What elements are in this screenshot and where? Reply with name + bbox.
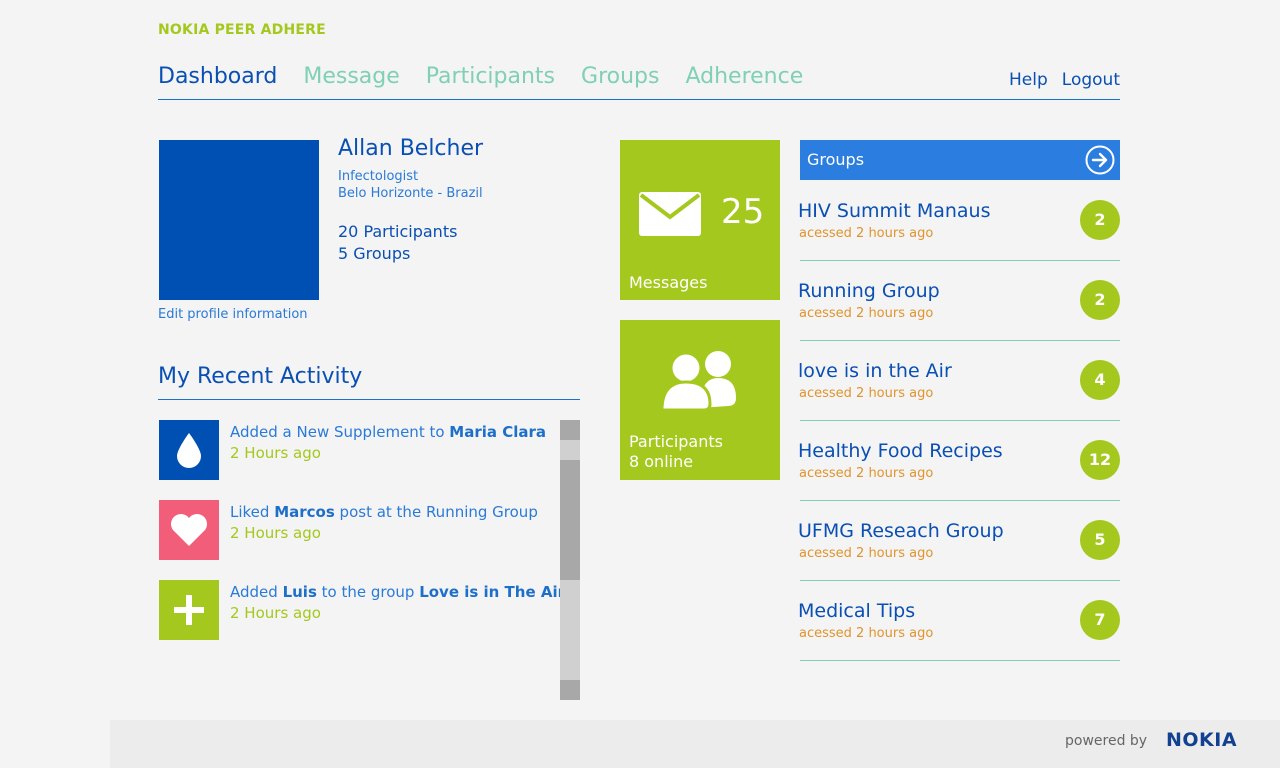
activity-item[interactable]: Added Luis to the group Love is in The A…	[159, 580, 565, 640]
activity-scrollbar[interactable]	[560, 420, 580, 700]
activity-person-link[interactable]: Marcos	[274, 503, 335, 521]
nav-message[interactable]: Message	[303, 64, 399, 89]
group-count-badge: 2	[1080, 280, 1120, 320]
profile-participants-count: 20 Participants	[338, 222, 458, 241]
group-last-accessed: acessed 2 hours ago	[799, 306, 934, 321]
activity-time: 2 Hours ago	[230, 444, 321, 462]
group-last-accessed: acessed 2 hours ago	[799, 386, 934, 401]
participants-online-count: 8 online	[629, 452, 694, 471]
logout-link[interactable]: Logout	[1062, 70, 1120, 90]
people-icon	[660, 351, 736, 412]
group-count-badge: 2	[1080, 200, 1120, 240]
app-title: NOKIA PEER ADHERE	[158, 22, 326, 38]
group-name: UFMG Reseach Group	[798, 520, 1004, 542]
activity-person-link[interactable]: Maria Clara	[449, 423, 546, 441]
help-link[interactable]: Help	[1009, 70, 1048, 90]
activity-text: Liked Marcos post at the Running Group	[230, 503, 538, 521]
participants-tile-label: Participants	[629, 432, 723, 451]
group-count-badge: 12	[1080, 440, 1120, 480]
nav-dashboard[interactable]: Dashboard	[158, 64, 277, 89]
main-nav: Dashboard Message Participants Groups Ad…	[158, 64, 829, 94]
scroll-down-button[interactable]	[560, 680, 580, 700]
group-last-accessed: acessed 2 hours ago	[799, 226, 934, 241]
drop-icon	[159, 420, 219, 480]
group-divider	[800, 660, 1120, 661]
messages-tile-label: Messages	[629, 273, 708, 292]
account-links: Help Logout	[1009, 70, 1120, 90]
powered-by-text: powered by	[1065, 733, 1148, 749]
nav-adherence[interactable]: Adherence	[685, 64, 803, 89]
group-name: Running Group	[798, 280, 940, 302]
recent-activity-divider	[158, 399, 580, 400]
nav-participants[interactable]: Participants	[426, 64, 555, 89]
group-divider	[800, 420, 1120, 421]
group-name: love is in the Air	[798, 360, 952, 382]
profile-location: Belo Horizonte - Brazil	[338, 186, 483, 201]
profile-role: Infectologist	[338, 169, 419, 184]
group-last-accessed: acessed 2 hours ago	[799, 466, 934, 481]
group-item[interactable]: Healthy Food Recipes acessed 2 hours ago…	[798, 440, 1120, 520]
group-item[interactable]: UFMG Reseach Group acessed 2 hours ago 5	[798, 520, 1120, 600]
plus-icon	[159, 580, 219, 640]
groups-header[interactable]: Groups	[800, 140, 1120, 180]
activity-text: Added a New Supplement to Maria Clara	[230, 423, 547, 441]
activity-person-link[interactable]: Luis	[283, 583, 317, 601]
groups-title: Groups	[807, 150, 865, 169]
activity-group-link[interactable]: Love is in The Air	[419, 583, 565, 601]
group-count-badge: 7	[1080, 600, 1120, 640]
messages-count: 25	[721, 192, 765, 232]
avatar	[159, 140, 319, 300]
activity-text: Added Luis to the group Love is in The A…	[230, 583, 566, 601]
group-last-accessed: acessed 2 hours ago	[799, 546, 934, 561]
group-item[interactable]: Running Group acessed 2 hours ago 2	[798, 280, 1120, 360]
recent-activity-title: My Recent Activity	[158, 364, 363, 389]
envelope-icon	[639, 192, 701, 236]
scroll-thumb[interactable]	[560, 460, 580, 580]
messages-tile[interactable]: 25 Messages	[620, 140, 780, 300]
participants-tile[interactable]: Participants 8 online	[620, 320, 780, 480]
group-item[interactable]: love is in the Air acessed 2 hours ago 4	[798, 360, 1120, 440]
group-item[interactable]: HIV Summit Manaus acessed 2 hours ago 2	[798, 200, 1120, 280]
nav-divider	[158, 99, 1120, 100]
activity-item[interactable]: Liked Marcos post at the Running Group 2…	[159, 500, 554, 560]
profile-name: Allan Belcher	[338, 136, 484, 161]
group-item[interactable]: Medical Tips acessed 2 hours ago 7	[798, 600, 1120, 680]
profile-groups-count: 5 Groups	[338, 244, 411, 263]
group-count-badge: 4	[1080, 360, 1120, 400]
group-divider	[800, 580, 1120, 581]
group-divider	[800, 260, 1120, 261]
edit-profile-link[interactable]: Edit profile information	[158, 307, 308, 322]
scroll-up-button[interactable]	[560, 420, 580, 440]
group-count-badge: 5	[1080, 520, 1120, 560]
group-divider	[800, 340, 1120, 341]
nav-groups[interactable]: Groups	[581, 64, 659, 89]
arrow-right-circle-icon[interactable]	[1085, 145, 1115, 175]
group-divider	[800, 500, 1120, 501]
nokia-logo: NOKIA	[1166, 729, 1238, 751]
heart-icon	[159, 500, 219, 560]
group-name: HIV Summit Manaus	[798, 200, 991, 222]
activity-time: 2 Hours ago	[230, 604, 321, 622]
group-name: Medical Tips	[798, 600, 916, 622]
group-name: Healthy Food Recipes	[798, 440, 1003, 462]
group-last-accessed: acessed 2 hours ago	[799, 626, 934, 641]
activity-time: 2 Hours ago	[230, 524, 321, 542]
activity-item[interactable]: Added a New Supplement to Maria Clara 2 …	[159, 420, 554, 480]
